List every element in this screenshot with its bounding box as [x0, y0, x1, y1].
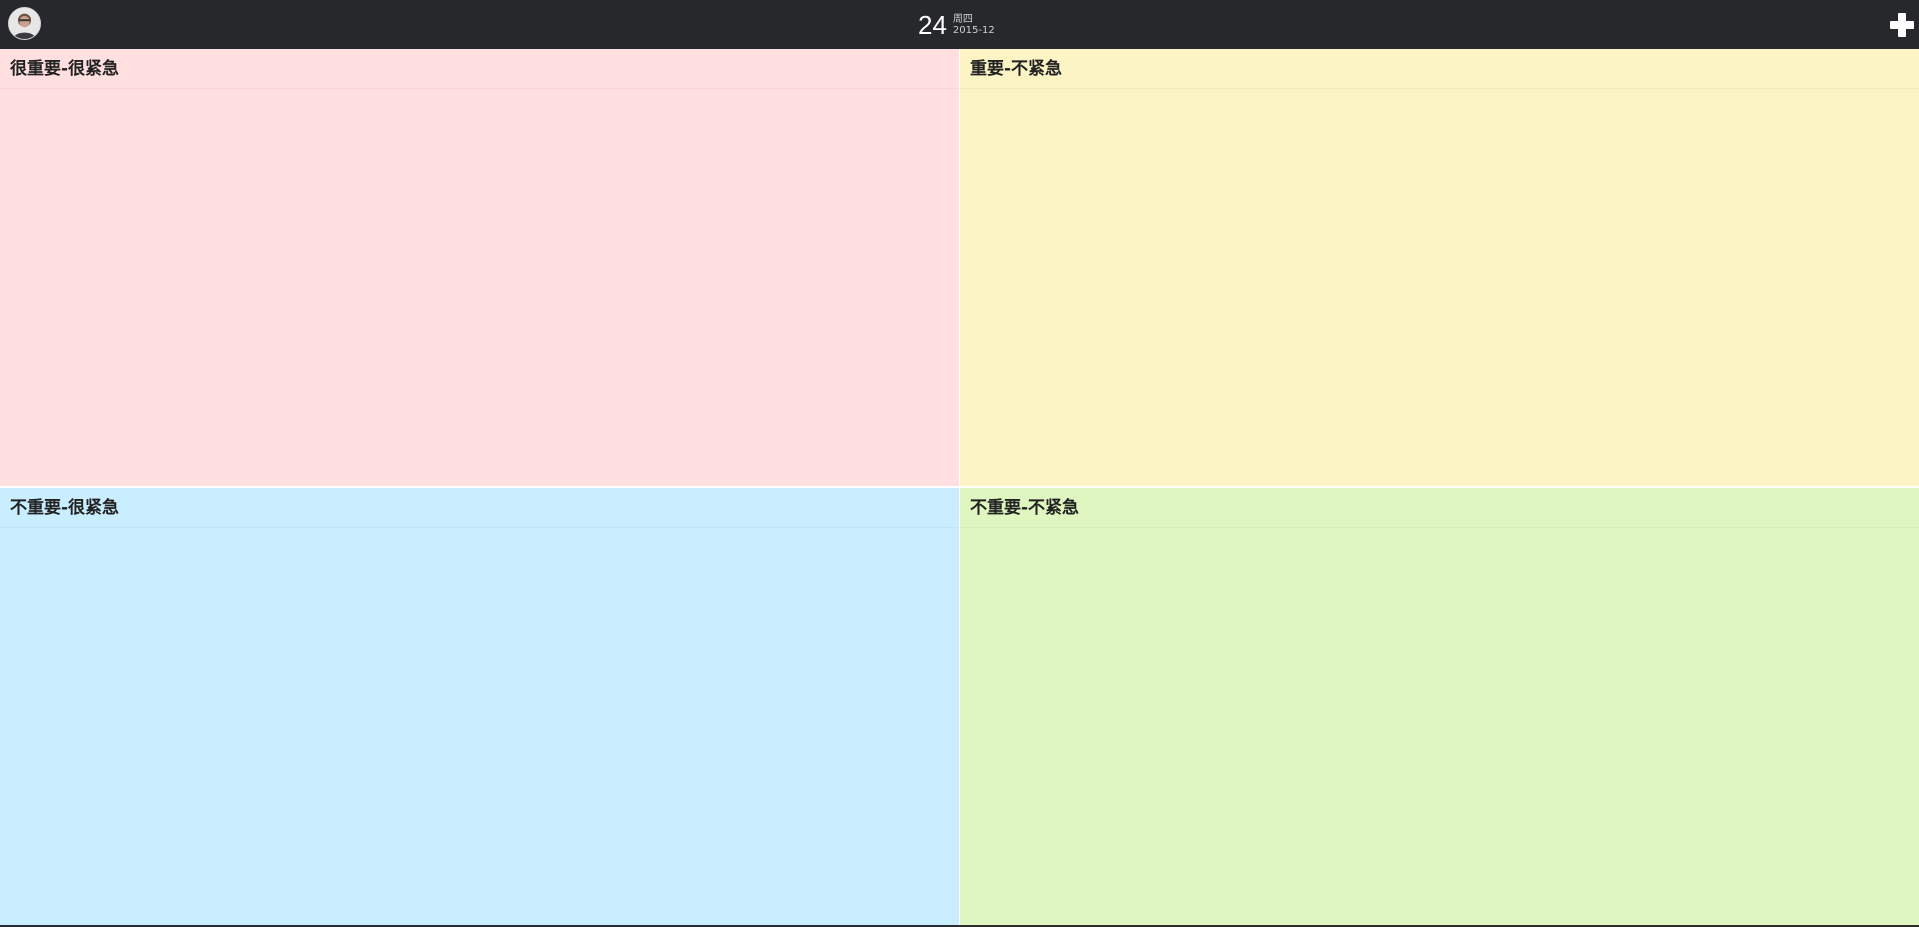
quadrant-not-important-not-urgent[interactable]: 不重要-不紧急: [960, 488, 1919, 925]
quadrant-not-important-urgent[interactable]: 不重要-很紧急: [0, 488, 959, 925]
quadrant-important-urgent[interactable]: 很重要-很紧急: [0, 49, 959, 486]
current-date: 24 周四 2015-12: [918, 0, 995, 49]
quadrant-title: 不重要-不紧急: [960, 488, 1919, 528]
quadrant-title: 不重要-很紧急: [0, 488, 959, 528]
priority-matrix: 很重要-很紧急 重要-不紧急 不重要-很紧急 不重要-不紧急: [0, 49, 1919, 925]
quadrant-important-not-urgent[interactable]: 重要-不紧急: [960, 49, 1919, 486]
date-year-month: 2015-12: [952, 24, 995, 36]
date-weekday: 周四: [952, 13, 973, 25]
quadrant-title: 很重要-很紧急: [0, 49, 959, 89]
plus-icon[interactable]: [1889, 12, 1915, 38]
date-day: 24: [918, 9, 947, 40]
top-bar: 24 周四 2015-12: [0, 0, 1919, 49]
user-avatar-icon[interactable]: [8, 7, 41, 40]
quadrant-title: 重要-不紧急: [960, 49, 1919, 89]
date-meta: 周四 2015-12: [953, 14, 995, 36]
